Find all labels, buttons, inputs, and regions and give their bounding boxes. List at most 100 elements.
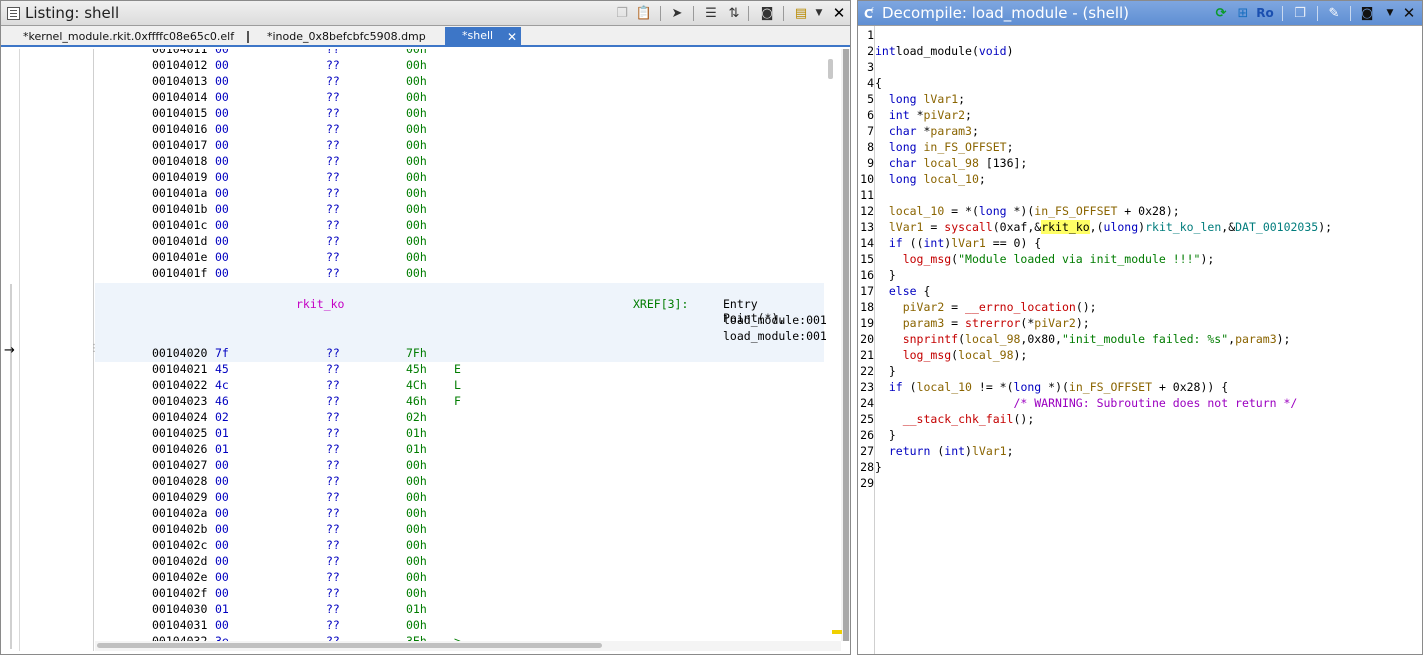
code-token[interactable]: "Module loaded via init_module !!!"	[958, 252, 1200, 266]
chevron-down-icon[interactable]: ▼	[1380, 4, 1400, 23]
listing-row[interactable]: 00104019 00?? 00h	[95, 170, 824, 186]
code-token[interactable]: (	[958, 332, 965, 346]
listing-row[interactable]: 00104011 00?? 00h	[95, 49, 824, 58]
code-token[interactable]: =	[944, 316, 965, 330]
listing-row[interactable]: 00104025 01?? 01h	[95, 426, 824, 442]
code-token[interactable]: ();	[1013, 412, 1034, 426]
code-token[interactable]	[875, 108, 889, 122]
code-line[interactable]: 21 log_msg(local_98);	[858, 348, 1418, 364]
listing-row[interactable]: 0010402d 00?? 00h	[95, 554, 824, 570]
code-token[interactable]: ;	[958, 92, 965, 106]
paste-icon[interactable]: 📋	[634, 4, 654, 23]
code-token[interactable]: }	[875, 428, 896, 442]
code-token[interactable]	[875, 92, 889, 106]
listing-row[interactable]: 00104022 4c?? 4Ch L	[95, 378, 824, 394]
code-token[interactable]: rkit_ko	[1041, 220, 1090, 234]
code-token[interactable]: *)(	[1007, 204, 1035, 218]
listing-row[interactable]: 00104026 01?? 01h	[95, 442, 824, 458]
code-token[interactable]: param3	[930, 124, 972, 138]
listing-row[interactable]: 0010402e 00?? 00h	[95, 570, 824, 586]
code-token[interactable]: =	[923, 220, 944, 234]
code-token[interactable]: {	[917, 284, 930, 298]
code-token[interactable]: log_msg	[903, 348, 951, 362]
code-token[interactable]: (	[930, 444, 944, 458]
code-token[interactable]: ,&	[1221, 220, 1235, 234]
code-token[interactable]: long	[889, 92, 917, 106]
code-token[interactable]: )	[1007, 44, 1014, 58]
code-token[interactable]	[875, 204, 889, 218]
code-token[interactable]: local_10	[889, 204, 944, 218]
listing-row[interactable]: 00104027 00?? 00h	[95, 458, 824, 474]
listing-row[interactable]: 0010401f 00?? 00h	[95, 266, 824, 282]
listing-row[interactable]: 0010401c 00?? 00h	[95, 218, 824, 234]
code-token[interactable]	[875, 348, 903, 362]
code-token[interactable]: int	[889, 108, 910, 122]
code-token[interactable]: /* WARNING: Subroutine does not return *…	[1013, 396, 1297, 410]
listing-row[interactable]: 00104012 00?? 00h	[95, 58, 824, 74]
listing-row[interactable]: 00104015 00?? 00h	[95, 106, 824, 122]
code-token[interactable]	[875, 300, 903, 314]
code-token[interactable]: );	[1200, 252, 1214, 266]
code-token[interactable]: ;	[1007, 140, 1014, 154]
tab-inode-dump[interactable]: *inode_0x8befcbfc5908.dmp	[261, 28, 439, 47]
code-token[interactable]: piVar2	[903, 300, 945, 314]
code-line[interactable]: 18 piVar2 = __errno_location();	[858, 300, 1418, 316]
code-token[interactable]: );	[1076, 316, 1090, 330]
code-token[interactable]: = *(	[944, 204, 979, 218]
close-icon[interactable]: ✕	[1399, 4, 1419, 23]
code-token[interactable]: + 0x28)) {	[1152, 380, 1228, 394]
listing-row[interactable]: 00104029 00?? 00h	[95, 490, 824, 506]
code-token[interactable]: else	[889, 284, 917, 298]
code-line[interactable]: 25 __stack_chk_fail();	[858, 412, 1418, 428]
code-line[interactable]: 29	[858, 476, 1418, 492]
decompile-body[interactable]: 1 2 intload_module(void) 3 4{5 long lVar1; 6 …	[858, 26, 1422, 654]
code-line[interactable]: 2 intload_module(void)	[858, 44, 1418, 60]
code-token[interactable]: piVar2	[1034, 316, 1076, 330]
listing-row[interactable]: 00104014 00?? 00h	[95, 90, 824, 106]
code-token[interactable]	[875, 396, 1013, 410]
code-token[interactable]	[917, 92, 924, 106]
code-token[interactable]: );	[1014, 348, 1028, 362]
refresh-icon[interactable]: ⟳	[1211, 4, 1231, 23]
code-token[interactable]	[875, 380, 889, 394]
listing-row[interactable]: 0010402b 00?? 00h	[95, 522, 824, 538]
code-token[interactable]: lVar1	[924, 92, 959, 106]
code-line[interactable]: 13 lVar1 = syscall(0xaf,&rkit_ko,(ulong)…	[858, 220, 1418, 236]
code-token[interactable]: }	[875, 268, 896, 282]
listing-row[interactable]: 0010402a 00?? 00h	[95, 506, 824, 522]
listing-row[interactable]: 00104024 02?? 02h	[95, 410, 824, 426]
code-token[interactable]	[917, 172, 924, 186]
code-token[interactable]: local_98	[924, 156, 979, 170]
listing-row[interactable]: 00104013 00?? 00h	[95, 74, 824, 90]
code-token[interactable]: =	[944, 300, 965, 314]
code-line[interactable]: 22 }	[858, 364, 1418, 380]
code-line[interactable]: 9 char local_98 [136];	[858, 156, 1418, 172]
code-token[interactable]: ;	[1007, 444, 1014, 458]
code-token[interactable]: [136];	[979, 156, 1028, 170]
label-name[interactable]: rkit_ko	[296, 297, 344, 311]
code-token[interactable]: + 0x28);	[1117, 204, 1179, 218]
code-token[interactable]: lVar1	[889, 220, 924, 234]
code-token[interactable]: char	[889, 156, 917, 170]
code-token[interactable]: long	[889, 172, 917, 186]
listing-row[interactable]: 00104030 01?? 01h	[95, 602, 824, 618]
code-token[interactable]: load_module(	[896, 44, 979, 58]
code-token[interactable]: ((	[903, 236, 924, 250]
code-line[interactable]: 12 local_10 = *(long *)(in_FS_OFFSET + 0…	[858, 204, 1418, 220]
listing-row[interactable]: 0010401a 00?? 00h	[95, 186, 824, 202]
code-token[interactable]	[875, 220, 889, 234]
code-token[interactable]: ,0x80,	[1020, 332, 1062, 346]
code-token[interactable]: __errno_location	[965, 300, 1076, 314]
cursor-select-icon[interactable]: ➤	[667, 4, 687, 23]
code-token[interactable]: param3	[903, 316, 945, 330]
code-token[interactable]: lVar1	[972, 444, 1007, 458]
code-token[interactable]: }	[875, 364, 896, 378]
edit-icon[interactable]: ✎	[1324, 4, 1344, 23]
code-line[interactable]: 5 long lVar1;	[858, 92, 1418, 108]
code-line[interactable]: 10 long local_10;	[858, 172, 1418, 188]
code-token[interactable]: if	[889, 236, 903, 250]
bookmark-icon[interactable]: ▤	[791, 4, 811, 23]
graph-icon[interactable]: ⊞	[1233, 4, 1253, 23]
code-line[interactable]: 23 if (local_10 != *(long *)(in_FS_OFFSE…	[858, 380, 1418, 396]
code-token[interactable]: ;	[972, 124, 979, 138]
